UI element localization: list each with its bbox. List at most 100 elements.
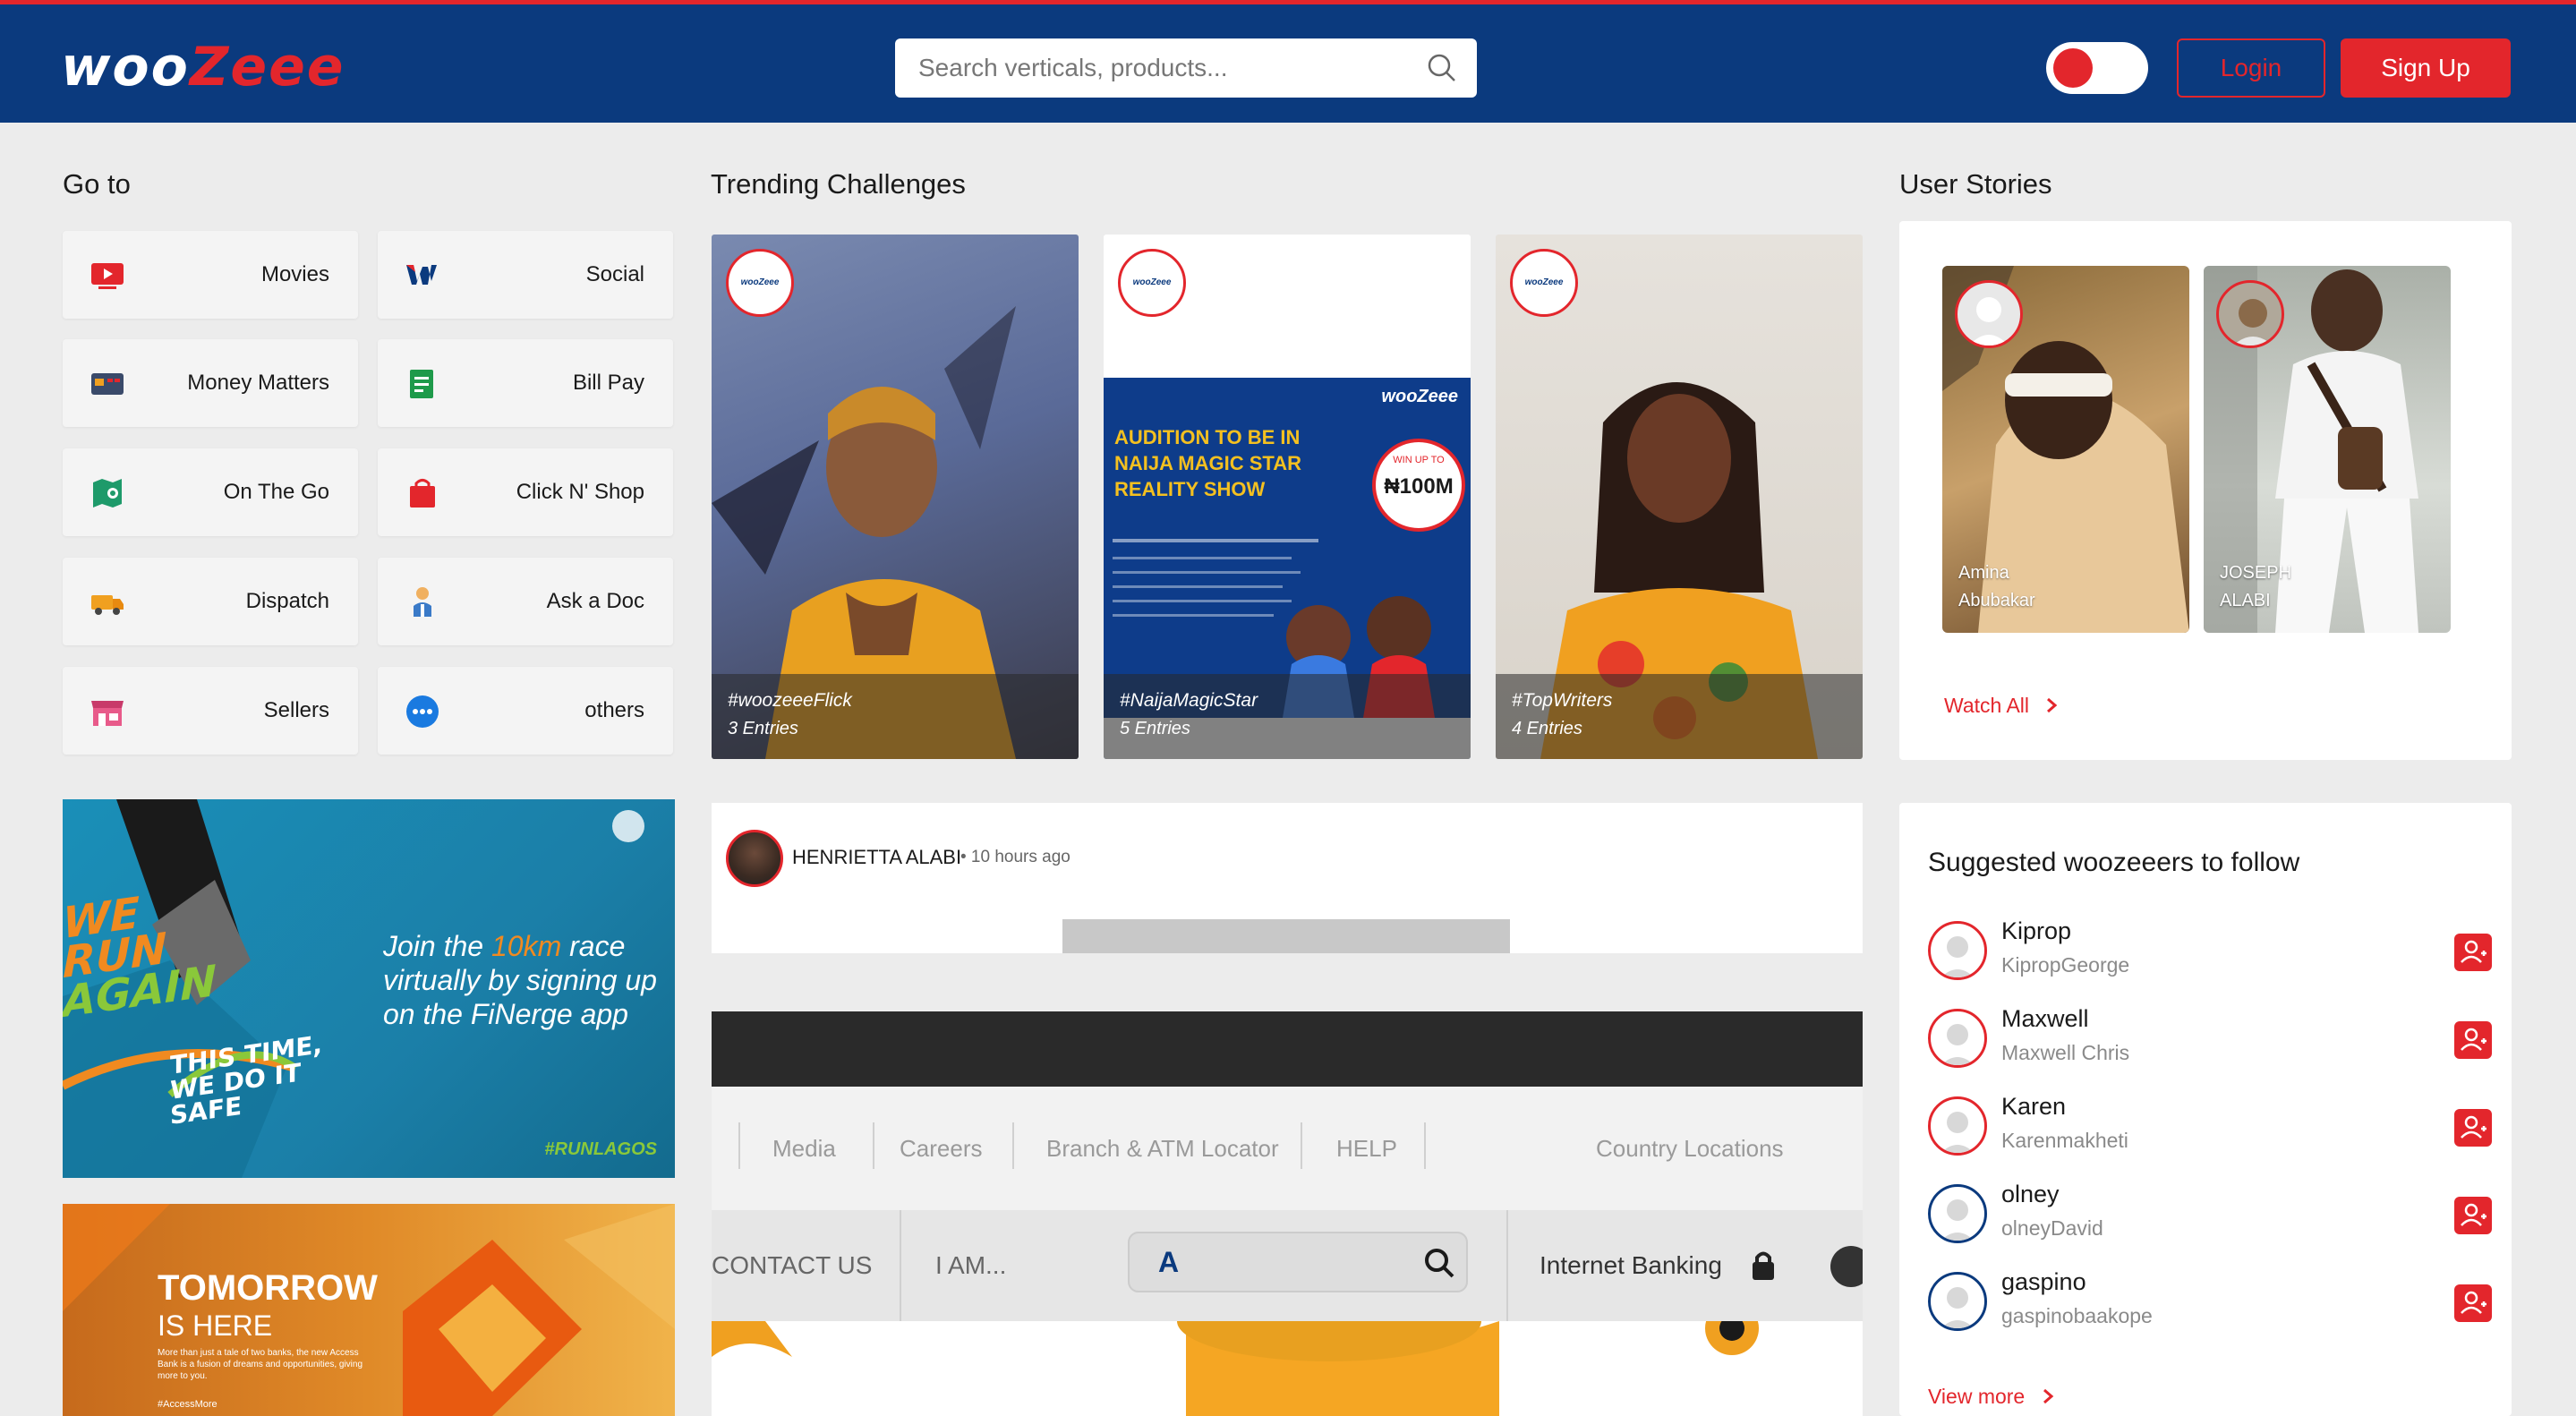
user-name[interactable]: olney bbox=[2001, 1181, 2060, 1208]
trending-card[interactable]: wooZeee #woozeeeFlick 3 Entries bbox=[712, 235, 1079, 759]
user-name[interactable]: Kiprop bbox=[2001, 917, 2071, 945]
challenge-entries: 3 Entries bbox=[728, 719, 798, 738]
banner2-hashtag: #AccessMore bbox=[158, 1399, 218, 1410]
challenge-caption: #woozeeeFlick 3 Entries bbox=[712, 674, 1079, 759]
top-header: wooZeee Login Sign Up bbox=[0, 0, 2576, 123]
follow-button[interactable] bbox=[2454, 1197, 2492, 1234]
row-divider bbox=[1506, 1210, 1508, 1321]
user-name[interactable]: Karen bbox=[2001, 1093, 2066, 1121]
story-avatar bbox=[2216, 280, 2284, 348]
doctor-icon bbox=[414, 587, 431, 617]
logo-text-left: woo bbox=[61, 36, 190, 98]
search-icon[interactable] bbox=[1427, 53, 1457, 83]
challenge-entries: 4 Entries bbox=[1512, 719, 1582, 738]
nav-divider bbox=[873, 1122, 874, 1169]
story-avatar bbox=[1955, 280, 2023, 348]
post-author[interactable]: HENRIETTA ALABI bbox=[792, 846, 961, 869]
toggle-knob bbox=[2053, 48, 2093, 88]
suggested-user: olney olneyDavid bbox=[1928, 1175, 2492, 1247]
challenge-avatar: wooZeee bbox=[1510, 249, 1578, 317]
name-line: Amina bbox=[1958, 563, 2009, 583]
social-icon bbox=[406, 265, 437, 285]
suggested-user: gaspino gaspinobaakope bbox=[1928, 1263, 2492, 1335]
prize-amount: ₦100M bbox=[1384, 474, 1454, 499]
card-icon bbox=[91, 373, 124, 395]
avatar-text: wooZeee bbox=[740, 277, 780, 287]
goto-item-sellers[interactable]: Sellers bbox=[63, 667, 358, 755]
name-line: JOSEPH bbox=[2220, 563, 2292, 583]
story-card[interactable]: Amina Abubakar bbox=[1942, 266, 2189, 633]
watch-all-link[interactable]: Watch All bbox=[1944, 694, 2060, 718]
search-icon bbox=[1425, 1249, 1454, 1278]
goto-item-others[interactable]: others bbox=[378, 667, 673, 755]
user-icon bbox=[1941, 1287, 1975, 1328]
login-button[interactable]: Login bbox=[2177, 38, 2325, 98]
user-handle: gaspinobaakope bbox=[2001, 1304, 2153, 1327]
goto-label: Social bbox=[585, 262, 644, 286]
follow-button[interactable] bbox=[2454, 1109, 2492, 1147]
goto-item-bill-pay[interactable]: Bill Pay bbox=[378, 339, 673, 427]
challenge-entries: 5 Entries bbox=[1120, 719, 1190, 738]
user-avatar[interactable] bbox=[1928, 1272, 1987, 1331]
add-user-icon bbox=[2461, 1203, 2486, 1226]
suggested-user: Kiprop KipropGeorge bbox=[1928, 912, 2492, 984]
user-avatar[interactable] bbox=[1928, 1096, 1987, 1156]
follow-button[interactable] bbox=[2454, 934, 2492, 971]
woozeee-logo[interactable]: wooZeee bbox=[61, 40, 347, 94]
prize-badge: WIN UP TO ₦100M bbox=[1372, 439, 1465, 532]
image-text: I AM... bbox=[935, 1251, 1007, 1279]
nav-item: Country Locations bbox=[1596, 1135, 1784, 1162]
row-divider bbox=[900, 1210, 901, 1321]
goto-item-movies[interactable]: Movies bbox=[63, 231, 358, 319]
watch-all-label: Watch All bbox=[1944, 694, 2030, 717]
bill-icon bbox=[410, 370, 433, 398]
more-icon bbox=[406, 695, 439, 728]
theme-toggle[interactable] bbox=[2046, 42, 2148, 94]
search-input[interactable] bbox=[918, 38, 1402, 98]
follow-button[interactable] bbox=[2454, 1021, 2492, 1059]
image-searchbox: A bbox=[1128, 1232, 1468, 1292]
signup-button[interactable]: Sign Up bbox=[2341, 38, 2511, 98]
view-more-link[interactable]: View more bbox=[1928, 1385, 2056, 1409]
run-lagos-banner[interactable]: WE RUN AGAIN THIS TIME, WE DO IT SAFE Jo… bbox=[63, 799, 675, 1178]
user-name[interactable]: gaspino bbox=[2001, 1268, 2086, 1296]
user-avatar[interactable] bbox=[1928, 921, 1987, 980]
nav-divider bbox=[1012, 1122, 1014, 1169]
challenge-tag: #woozeeeFlick bbox=[728, 690, 852, 711]
trending-card[interactable]: wooZeee #TopWriters 4 Entries bbox=[1496, 235, 1863, 759]
goto-item-click-n-shop[interactable]: Click N' Shop bbox=[378, 448, 673, 536]
body-highlight: 10km bbox=[490, 930, 562, 962]
user-handle: KipropGeorge bbox=[2001, 953, 2130, 977]
user-icon bbox=[1941, 1024, 1975, 1065]
user-handle: Karenmakheti bbox=[2001, 1129, 2128, 1152]
user-avatar[interactable] bbox=[1928, 1184, 1987, 1243]
trending-card[interactable]: wooZeee AUDITION TO BE IN NAIJA MAGIC ST… bbox=[1104, 235, 1471, 759]
chevron-right-icon bbox=[2043, 1388, 2053, 1404]
access-bank-banner[interactable]: TOMORROW IS HERE More than just a tale o… bbox=[63, 1204, 675, 1416]
follow-button[interactable] bbox=[2454, 1284, 2492, 1322]
goto-item-dispatch[interactable]: Dispatch bbox=[63, 558, 358, 645]
trending-title: Trending Challenges bbox=[711, 168, 966, 200]
goto-label: others bbox=[584, 698, 644, 722]
story-card[interactable]: JOSEPH ALABI bbox=[2204, 266, 2451, 633]
goto-label: Movies bbox=[260, 262, 329, 286]
goto-item-ask-a-doc[interactable]: Ask a Doc bbox=[378, 558, 673, 645]
post-image[interactable]: Media Careers Branch & ATM Locator HELP … bbox=[712, 1011, 1863, 1416]
image-row: CONTACT US I AM... A Internet Banking bbox=[712, 1210, 1863, 1321]
nav-item: Branch & ATM Locator bbox=[1046, 1135, 1279, 1162]
goto-item-on-the-go[interactable]: On The Go bbox=[63, 448, 358, 536]
suggested-panel: Suggested woozeeers to follow Kiprop Kip… bbox=[1899, 803, 2512, 1416]
goto-label: Money Matters bbox=[187, 371, 329, 395]
user-avatar[interactable] bbox=[1928, 1009, 1987, 1068]
goto-item-money-matters[interactable]: Money Matters bbox=[63, 339, 358, 427]
post-media-placeholder bbox=[1062, 919, 1510, 953]
nav-item: Media bbox=[772, 1135, 836, 1162]
banner1-hashtag: #RUNLAGOS bbox=[544, 1139, 657, 1159]
post-avatar[interactable] bbox=[726, 830, 783, 887]
image-nav: Media Careers Branch & ATM Locator HELP … bbox=[712, 1087, 1863, 1210]
user-name[interactable]: Maxwell bbox=[2001, 1005, 2089, 1033]
image-graphic bbox=[712, 1281, 1759, 1416]
goto-item-social[interactable]: Social bbox=[378, 231, 673, 319]
story-name: JOSEPH ALABI bbox=[2220, 559, 2291, 615]
stories-title: User Stories bbox=[1899, 168, 2052, 200]
